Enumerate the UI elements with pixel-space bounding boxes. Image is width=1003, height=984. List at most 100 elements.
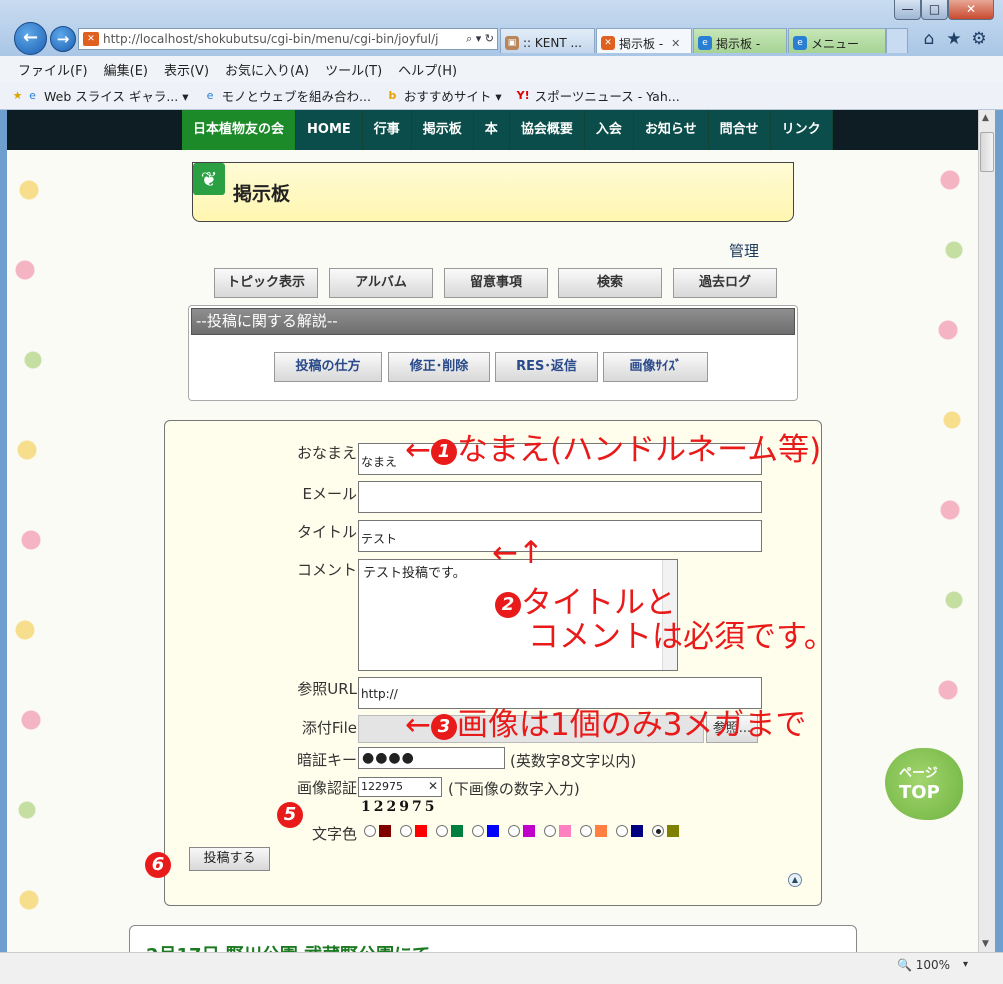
fav-sports-news[interactable]: Y! スポーツニュース - Yah... [516,86,680,105]
scroll-down-arrow-icon[interactable]: ▼ [982,939,989,949]
nav-join[interactable]: 入会 [584,110,634,150]
image-size-button[interactable]: 画像ｻｲｽﾞ [603,352,708,382]
nav-books[interactable]: 本 [473,110,510,150]
menu-file[interactable]: ファイル(F) [10,60,96,79]
zoom-dropdown-icon[interactable]: ▾ [963,959,968,970]
annotation-1: ← 1 なまえ(ハンドルネーム等) [405,435,821,466]
nav-association[interactable]: 日本植物友の会 [182,110,297,150]
tab-menu[interactable]: e メニュー [788,28,886,53]
notes-button[interactable]: 留意事項 [444,268,548,298]
forward-arrow-icon[interactable]: → [50,26,76,52]
radio-button[interactable] [652,825,664,837]
name-label: おなまえ [296,444,357,462]
color-option[interactable] [436,825,463,837]
title-label: タイトル [296,523,357,541]
annotation-number-2-icon: 2 [495,591,521,618]
submit-post-button[interactable]: 投稿する [189,847,270,871]
fav-recommended[interactable]: b おすすめサイト ▾ [385,86,501,105]
annotation-2: 2 タイトルと [495,588,676,619]
radio-button[interactable] [544,825,556,837]
status-bar: 🔍 100% ▾ [0,952,1003,984]
radio-button[interactable] [508,825,520,837]
close-tab-icon[interactable]: ✕ [671,37,680,50]
search-button[interactable]: 検索 [558,268,662,298]
scroll-up-arrow-icon[interactable]: ▲ [982,113,989,123]
page-scrollbar[interactable]: ▲ ▼ [978,110,995,952]
annotation-number-1-icon: 1 [430,438,457,465]
nav-links[interactable]: リンク [770,110,833,150]
home-icon[interactable]: ⌂ [918,28,940,50]
fav-web-slice[interactable]: e Web スライス ギャラ... ▾ [25,86,188,105]
menu-favorites[interactable]: お気に入り(A) [217,60,317,79]
color-option[interactable] [616,825,643,837]
minimize-button[interactable]: — [894,0,921,20]
title-input[interactable]: テスト [358,520,762,552]
back-arrow-icon[interactable]: ← [14,22,47,55]
yahoo-icon: Y! [516,89,530,102]
color-option[interactable] [544,825,571,837]
tab-label: 掲示板 - [619,36,664,51]
url-input[interactable]: http:// [358,677,762,709]
menu-view[interactable]: 表示(V) [156,60,217,79]
close-window-button[interactable]: ✕ [948,0,994,20]
kent-favicon-icon: ▣ [505,36,519,50]
annotation-3-text: 画像は1個のみ3メガまで [456,707,807,743]
topic-view-button[interactable]: トピック表示 [214,268,318,298]
page-top-button[interactable]: ページ TOP [885,748,963,820]
nav-news[interactable]: お知らせ [633,110,709,150]
gear-icon[interactable]: ⚙ [968,28,990,50]
color-option[interactable] [508,825,535,837]
address-url[interactable]: http://localhost/shokubutsu/cgi-bin/menu… [103,32,463,46]
radio-button[interactable] [472,825,484,837]
nav-home[interactable]: HOME [296,110,363,150]
post-form: おなまえ なまえ Eメール タイトル テスト コメント テスト投稿です。 参照U… [164,420,822,906]
address-bar[interactable]: ✕ http://localhost/shokubutsu/cgi-bin/me… [78,28,498,50]
new-tab-button[interactable] [886,28,908,53]
nav-bbs[interactable]: 掲示板 [411,110,474,150]
tab-bbs-active[interactable]: ✕ 掲示板 - ✕ [596,28,692,53]
clear-input-icon[interactable]: ✕ [428,779,438,793]
floral-border-left [7,150,52,952]
how-to-post-button[interactable]: 投稿の仕方 [274,352,382,382]
menu-help[interactable]: ヘルプ(H) [390,60,465,79]
fav-mono-web[interactable]: e モノとウェブを組み合わ... [203,86,371,105]
color-option[interactable] [652,825,679,837]
file-label: 添付File [301,719,357,737]
favorites-star-icon[interactable]: ★ [943,28,965,50]
email-input[interactable] [358,481,762,513]
res-reply-button[interactable]: RES･返信 [495,352,598,382]
color-option[interactable] [400,825,427,837]
album-button[interactable]: アルバム [329,268,433,298]
web-slice-icon: e [29,89,36,102]
tab-kent[interactable]: ▣ :: KENT ... [500,28,595,53]
radio-button[interactable] [580,825,592,837]
nav-contact[interactable]: 問合せ [708,110,771,150]
radio-button[interactable] [616,825,628,837]
post-title-link[interactable]: 2月17日 野川公園 武蔵野公園にて [146,941,430,952]
radio-button[interactable] [364,825,376,837]
site-favicon-icon: ✕ [83,32,99,46]
edit-delete-button[interactable]: 修正･削除 [388,352,490,382]
scroll-up-icon[interactable]: ▲ [788,873,802,887]
favorites-star-icon: ★ [12,89,23,102]
page-header: ❦ 掲示板 [192,162,794,222]
scrollbar-thumb[interactable] [980,132,994,172]
color-option[interactable] [364,825,391,837]
tab-bbs[interactable]: e 掲示板 - [693,28,787,53]
radio-button[interactable] [400,825,412,837]
color-option[interactable] [580,825,607,837]
password-input[interactable]: ●●●● [358,747,505,769]
radio-button[interactable] [436,825,448,837]
nav-events[interactable]: 行事 [362,110,412,150]
menu-edit[interactable]: 編集(E) [96,60,156,79]
nav-about[interactable]: 協会概要 [509,110,585,150]
admin-link[interactable]: 管理 [729,240,759,261]
captcha-hint: (下画像の数字入力) [448,780,580,798]
maximize-button[interactable]: □ [921,0,948,20]
past-log-button[interactable]: 過去ログ [673,268,777,298]
zoom-level[interactable]: 🔍 100% [897,958,950,972]
menu-tools[interactable]: ツール(T) [317,60,390,79]
color-option[interactable] [472,825,499,837]
search-refresh-icon[interactable]: ⌕ ▾ ↻ [463,32,497,46]
menu-bar: ファイル(F) 編集(E) 表示(V) お気に入り(A) ツール(T) ヘルプ(… [0,56,1003,82]
